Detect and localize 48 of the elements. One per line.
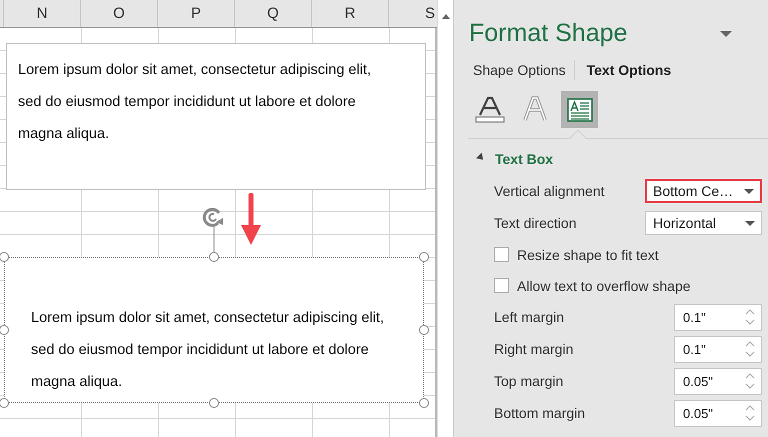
spin-field[interactable]: 0.1" <box>674 304 762 330</box>
options-tab[interactable]: Text Options <box>574 60 680 80</box>
column-header[interactable]: P <box>158 0 235 27</box>
resize-handle[interactable] <box>209 252 219 262</box>
options-tab[interactable]: Shape Options <box>468 60 575 80</box>
column-header[interactable]: O <box>81 0 158 27</box>
dropdown[interactable]: Horizontal <box>645 211 762 235</box>
shape-text: Lorem ipsum dolor sit amet, consectetur adipiscing elit, sed do eiusmod tempor incididunt ut labore et dolore magna aliqua. <box>18 61 372 144</box>
resize-handle[interactable] <box>419 398 429 408</box>
field-label: Top margin <box>494 373 564 389</box>
text-box[interactable]: Lorem ipsum dolor sit amet, consectetur adipiscing elit, sed do eiusmod tempor incididunt ut labore et dolore magna aliqua. <box>4 257 424 403</box>
field-label: Left margin <box>494 309 564 325</box>
checkbox[interactable] <box>494 278 509 293</box>
resize-handle[interactable] <box>0 398 9 408</box>
checkbox[interactable] <box>494 247 509 262</box>
column-header[interactable]: N <box>4 0 81 27</box>
dropdown[interactable]: Bottom Ce… <box>645 179 762 203</box>
field-label: Text direction <box>494 215 576 231</box>
shape-text: Lorem ipsum dolor sit amet, consectetur adipiscing elit, sed do eiusmod tempor incididunt ut labore et dolore magna aliqua. <box>31 309 385 392</box>
column-header[interactable]: Q <box>235 0 312 27</box>
spin-arrows-icon[interactable] <box>745 340 755 358</box>
textbox-icon[interactable] <box>561 91 598 128</box>
spin-field[interactable]: 0.1" <box>674 336 762 362</box>
field-label: Bottom margin <box>494 405 586 421</box>
rotate-handle-icon[interactable] <box>202 205 226 252</box>
field-label: Right margin <box>494 341 574 357</box>
text-box[interactable]: Lorem ipsum dolor sit amet, consectetur adipiscing elit, sed do eiusmod tempor incididunt ut labore et dolore magna aliqua. <box>6 43 426 190</box>
resize-handle[interactable] <box>0 325 9 335</box>
resize-handle[interactable] <box>419 325 429 335</box>
spin-arrows-icon[interactable] <box>745 308 755 326</box>
resize-handle[interactable] <box>209 398 219 408</box>
dropdown-caret-icon[interactable] <box>720 30 732 36</box>
field-label: Vertical alignment <box>494 183 605 199</box>
column-header[interactable]: S <box>389 0 437 27</box>
vertical-scrollbar[interactable] <box>437 0 454 437</box>
spin-field[interactable]: 0.05" <box>674 400 762 426</box>
spin-field[interactable]: 0.05" <box>674 368 762 394</box>
spin-arrows-icon[interactable] <box>745 372 755 390</box>
section-title[interactable]: Text Box <box>495 151 554 167</box>
resize-handle[interactable] <box>419 252 429 262</box>
column-header[interactable]: R <box>312 0 389 27</box>
resize-handle[interactable] <box>0 252 9 262</box>
panel-title: Format Shape <box>469 19 628 48</box>
down-arrow-icon <box>240 193 262 247</box>
checkbox-label[interactable]: Resize shape to fit text <box>517 246 659 262</box>
checkbox-label[interactable]: Allow text to overflow shape <box>517 278 691 294</box>
scroll-up-icon[interactable] <box>442 14 450 19</box>
spin-arrows-icon[interactable] <box>745 404 755 422</box>
